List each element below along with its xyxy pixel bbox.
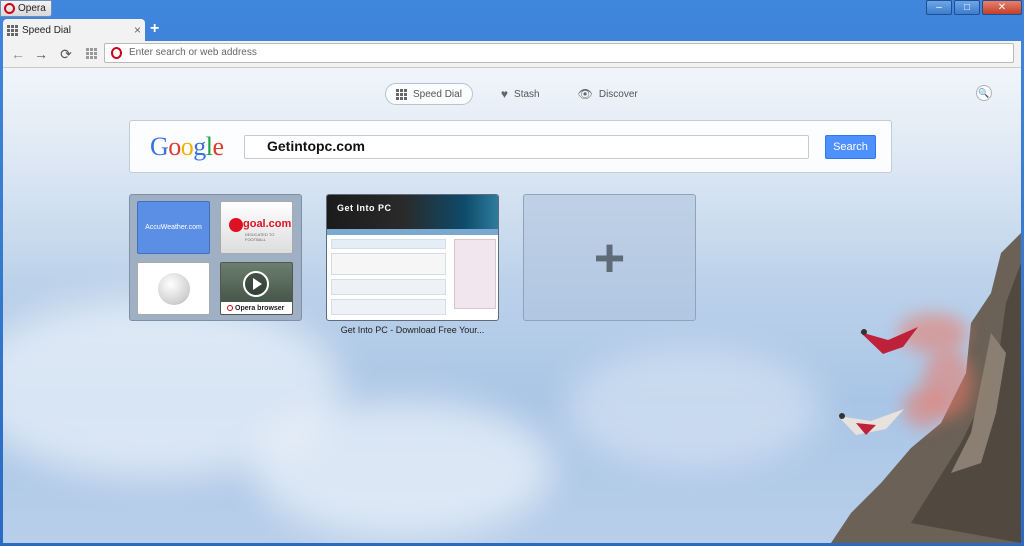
smoke-trail	[903, 388, 943, 428]
preview-row	[331, 299, 446, 315]
navigation-toolbar: ← → ⟳ Enter search or web address	[3, 41, 1021, 68]
tab-speed-dial[interactable]: Speed Dial ×	[3, 19, 145, 41]
speed-dial-button[interactable]	[86, 48, 97, 59]
site-body-preview	[331, 239, 451, 319]
speed-dial-page: Speed Dial ♥ Stash 👁 Discover 🔍 Google G…	[3, 68, 1021, 543]
logo-letter: e	[212, 132, 225, 161]
logo-letter: o	[168, 132, 181, 161]
window-controls: – □ ✕	[926, 0, 1022, 15]
minimize-button[interactable]: –	[926, 0, 952, 15]
site-header-title: Get Into PC	[337, 203, 392, 213]
preview-row	[331, 253, 446, 275]
reload-button[interactable]: ⟳	[58, 46, 74, 62]
discover-nav-tab[interactable]: 👁 Discover	[568, 83, 648, 105]
speed-dial-nav-label: Speed Dial	[413, 88, 462, 100]
speed-dial-tile-getintopc[interactable]: Get Into PC	[326, 194, 499, 321]
browser-window: Opera – □ ✕ Speed Dial × + ← → ⟳ Enter s…	[0, 0, 1024, 546]
speed-dial-nav-tab[interactable]: Speed Dial	[385, 83, 473, 105]
opera-logo-icon	[227, 305, 233, 311]
google-search-box: Google Getintopc.com Search	[129, 120, 892, 173]
opera-browser-bar: Opera browser	[221, 302, 292, 314]
speed-dial-grid-icon	[396, 88, 407, 100]
address-bar[interactable]: Enter search or web address	[104, 43, 1014, 63]
stash-nav-tab[interactable]: ♥ Stash	[491, 83, 550, 105]
wikipedia-thumbnail	[137, 262, 210, 315]
tile-caption[interactable]: Get Into PC - Download Free Your...	[326, 325, 499, 335]
wingsuit-flyer-image	[860, 327, 918, 354]
logo-letter: l	[205, 132, 213, 161]
forward-button[interactable]: →	[33, 46, 49, 62]
background-cloud	[563, 348, 823, 468]
tab-strip: Speed Dial × +	[0, 17, 1024, 41]
maximize-button[interactable]: □	[954, 0, 980, 15]
goal-subtitle: DEDICATED TO FOOTBALL	[245, 232, 275, 242]
goal-thumbnail: goal.com DEDICATED TO FOOTBALL	[220, 201, 293, 254]
title-bar: Opera – □ ✕	[0, 0, 1024, 17]
stash-nav-label: Stash	[514, 88, 540, 100]
app-title: Opera	[18, 3, 46, 14]
opera-menu-button[interactable]: Opera	[0, 0, 52, 17]
close-tab-icon[interactable]: ×	[134, 23, 141, 37]
tab-label: Speed Dial	[22, 24, 71, 36]
site-sidebar-preview	[454, 239, 496, 309]
speed-dial-grid-icon	[7, 24, 18, 36]
eye-icon: 👁	[577, 87, 593, 101]
site-header-image: Get Into PC	[327, 195, 498, 229]
opera-browser-thumbnail: Opera browser	[220, 262, 293, 315]
add-site-tile[interactable]: +	[523, 194, 696, 321]
wingsuit-flyer-image	[838, 409, 904, 435]
logo-letter: o	[180, 132, 194, 161]
logo-letter: G	[150, 132, 169, 161]
close-window-button[interactable]: ✕	[982, 0, 1022, 15]
discover-nav-label: Discover	[598, 88, 638, 100]
plus-icon: +	[593, 227, 626, 288]
address-placeholder: Enter search or web address	[129, 47, 257, 58]
preview-row	[331, 239, 446, 249]
google-logo: Google	[150, 132, 224, 162]
search-button[interactable]: Search	[825, 135, 876, 159]
logo-letter: g	[193, 132, 206, 161]
speed-dial-nav: Speed Dial ♥ Stash 👁 Discover	[385, 83, 648, 105]
new-tab-button[interactable]: +	[150, 20, 159, 38]
goal-label: goal.com	[243, 218, 292, 230]
opera-logo-icon	[4, 3, 15, 14]
site-nav-strip	[327, 229, 498, 235]
back-button[interactable]: ←	[10, 46, 26, 62]
search-icon[interactable]: 🔍	[976, 85, 992, 101]
opera-logo-icon	[111, 47, 122, 59]
accuweather-thumbnail: AccuWeather.com	[137, 201, 210, 254]
opera-browser-label: Opera browser	[235, 304, 285, 312]
play-icon	[243, 271, 269, 297]
wikipedia-globe-icon	[158, 273, 190, 305]
goal-ball-icon	[229, 218, 243, 232]
accuweather-label: AccuWeather.com	[145, 224, 202, 231]
heart-icon: ♥	[500, 87, 509, 101]
background-cloud	[253, 398, 553, 538]
search-input[interactable]: Getintopc.com	[244, 135, 809, 159]
speed-dial-folder-tile[interactable]: AccuWeather.com goal.com DEDICATED TO FO…	[129, 194, 302, 321]
preview-row	[331, 279, 446, 295]
